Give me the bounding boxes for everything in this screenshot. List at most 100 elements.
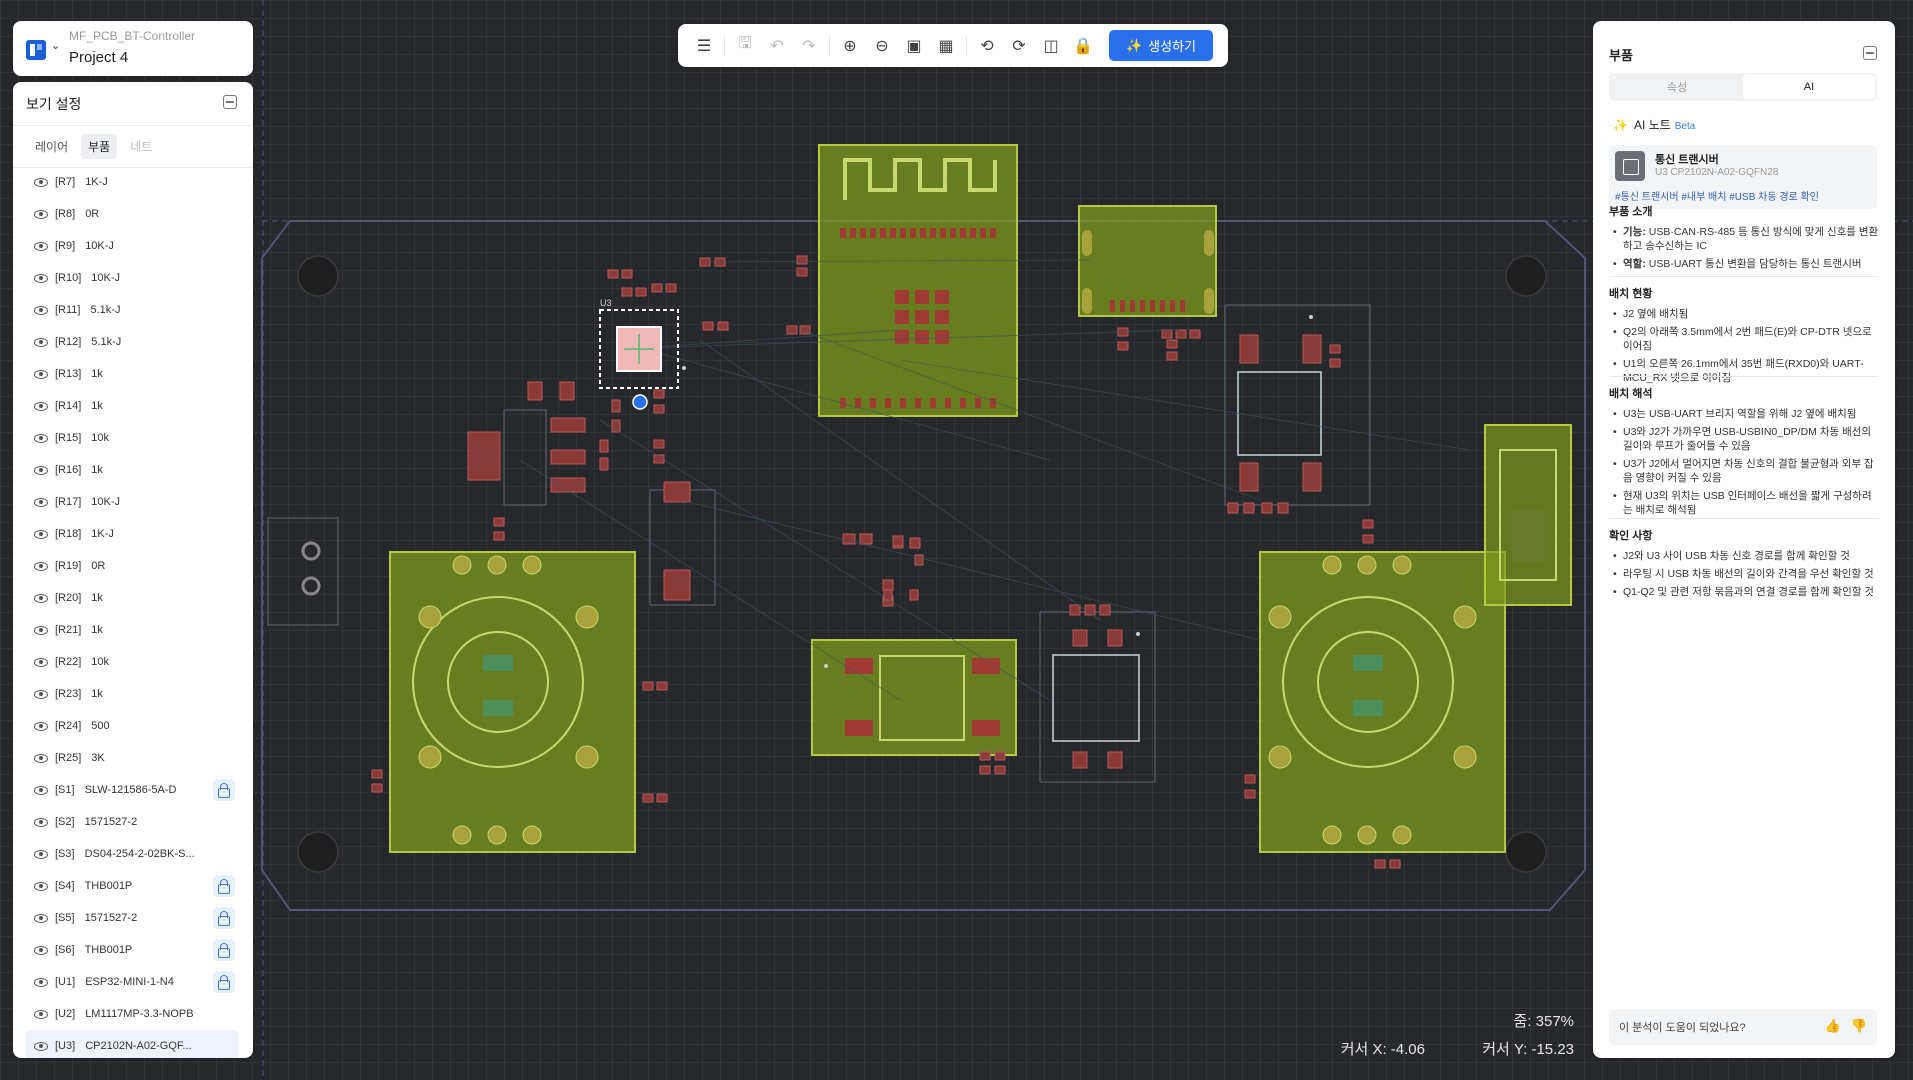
component-value: 10K-J: [91, 272, 121, 284]
eye-icon[interactable]: [34, 273, 48, 283]
component-row[interactable]: [R15] 10k: [26, 422, 238, 454]
lock-icon[interactable]: [213, 875, 235, 897]
eye-icon[interactable]: [34, 337, 48, 347]
component-row[interactable]: [R10] 10K-J: [26, 262, 238, 294]
component-row[interactable]: [R21] 1k: [26, 614, 238, 646]
section-list: 기능: USB·CAN·RS-485 등 통신 방식에 맞게 신호를 변환하고 …: [1609, 225, 1879, 271]
tab-properties[interactable]: 속성: [1611, 75, 1743, 99]
menu-icon[interactable]: ☰: [688, 31, 720, 61]
zoom-in-icon[interactable]: ⊕: [834, 31, 866, 61]
rotate-right-icon[interactable]: ⟳: [1003, 31, 1035, 61]
fit-view-icon[interactable]: ▣: [898, 31, 930, 61]
component-row[interactable]: [R9] 10K-J: [26, 230, 238, 262]
eye-icon[interactable]: [34, 849, 48, 859]
component-row[interactable]: [R19] 0R: [26, 550, 238, 582]
component-row[interactable]: [R22] 10k: [26, 646, 238, 678]
eye-icon[interactable]: [34, 561, 48, 571]
component-row[interactable]: [R7] 1K-J: [26, 166, 238, 198]
thumbs-down-icon[interactable]: 👎: [1851, 1018, 1867, 1034]
chevron-down-icon[interactable]: ⌄: [51, 39, 60, 52]
eye-icon[interactable]: [34, 305, 48, 315]
undo-icon[interactable]: ↶: [761, 31, 793, 61]
tab-nets[interactable]: 네트: [123, 134, 159, 159]
component-ref: [R13]: [55, 368, 82, 380]
thumbs-up-icon[interactable]: 👍: [1825, 1018, 1841, 1034]
fit-selection-icon[interactable]: ▦: [930, 31, 962, 61]
eye-icon[interactable]: [34, 785, 48, 795]
eye-icon[interactable]: [34, 817, 48, 827]
u3-silk-label: U3: [600, 298, 612, 308]
eye-icon[interactable]: [34, 1009, 48, 1019]
component-row[interactable]: [R18] 1K-J: [26, 518, 238, 550]
eye-icon[interactable]: [34, 657, 48, 667]
component-value: 10k: [91, 432, 110, 444]
lock-icon[interactable]: [213, 907, 235, 929]
component-row[interactable]: [R8] 0R: [26, 198, 238, 230]
tab-layers[interactable]: 레이어: [28, 134, 75, 159]
analysis-item: J2와 U3 사이 USB 차동 신호 경로를 함께 확인할 것: [1613, 549, 1879, 563]
project-switcher[interactable]: ⌄ MF_PCB_BT-Controller Project 4: [13, 21, 253, 76]
component-row[interactable]: [R14] 1k: [26, 390, 238, 422]
component-value: 10K-J: [85, 240, 114, 252]
collapse-icon[interactable]: [1863, 46, 1877, 60]
component-row[interactable]: [U2] LM1117MP-3.3-NOPB: [26, 998, 238, 1030]
component-ref: [R19]: [55, 560, 82, 572]
component-row[interactable]: [R24] 500: [26, 710, 238, 742]
eye-icon[interactable]: [34, 945, 48, 955]
eye-icon[interactable]: [34, 593, 48, 603]
lock-icon[interactable]: [213, 779, 235, 801]
divider: [966, 35, 967, 56]
component-row[interactable]: [R13] 1k: [26, 358, 238, 390]
component-row[interactable]: [R12] 5.1k-J: [26, 326, 238, 358]
component-row[interactable]: [R20] 1k: [26, 582, 238, 614]
component-row[interactable]: [U1] ESP32-MINI-1-N4: [26, 966, 238, 998]
lock-icon[interactable]: [213, 971, 235, 993]
eye-icon[interactable]: [34, 625, 48, 635]
generate-button[interactable]: ✨ 생성하기: [1109, 30, 1213, 61]
eye-icon[interactable]: [34, 241, 48, 251]
eye-icon[interactable]: [34, 529, 48, 539]
rotate-left-icon[interactable]: ⟲: [971, 31, 1003, 61]
component-row[interactable]: [R16] 1k: [26, 454, 238, 486]
tab-components[interactable]: 부품: [81, 134, 118, 159]
eye-icon[interactable]: [34, 369, 48, 379]
component-row[interactable]: [R17] 10K-J: [26, 486, 238, 518]
eye-icon[interactable]: [34, 177, 48, 187]
component-row[interactable]: [R25] 3K: [26, 742, 238, 774]
section-title: 부품 소개: [1609, 206, 1653, 218]
component-row[interactable]: [S4] THB001P: [26, 870, 238, 902]
component-row[interactable]: [R23] 1k: [26, 678, 238, 710]
divider: [1609, 276, 1879, 277]
feedback-question: 이 분석이 도움이 되었나요?: [1619, 1022, 1746, 1034]
component-row[interactable]: [S5] 1571527-2: [26, 902, 238, 934]
eye-icon[interactable]: [34, 689, 48, 699]
eye-icon[interactable]: [34, 881, 48, 891]
component-row[interactable]: [S3] DS04-254-2-02BK-S...: [26, 838, 238, 870]
component-row[interactable]: [U3] CP2102N-A02-GQF...: [26, 1030, 238, 1058]
lock-icon[interactable]: [213, 939, 235, 961]
component-row[interactable]: [S6] THB001P: [26, 934, 238, 966]
eye-icon[interactable]: [34, 497, 48, 507]
view-settings-header: 보기 설정: [13, 82, 253, 126]
eye-icon[interactable]: [34, 913, 48, 923]
component-row[interactable]: [S2] 1571527-2: [26, 806, 238, 838]
redo-icon[interactable]: ↷: [793, 31, 825, 61]
collapse-icon[interactable]: [223, 95, 237, 109]
eye-icon[interactable]: [34, 209, 48, 219]
eye-icon[interactable]: [34, 753, 48, 763]
eye-icon[interactable]: [34, 433, 48, 443]
save-icon[interactable]: 🖫: [729, 31, 761, 61]
tab-ai[interactable]: AI: [1743, 75, 1875, 99]
eye-icon[interactable]: [34, 401, 48, 411]
component-row[interactable]: [S1] SLW-121586-5A-D: [26, 774, 238, 806]
eye-icon[interactable]: [34, 465, 48, 475]
lock-icon[interactable]: 🔒: [1067, 31, 1099, 61]
eye-icon[interactable]: [34, 721, 48, 731]
align-icon[interactable]: ◫: [1035, 31, 1067, 61]
u3-selected-footprint: U3: [599, 298, 679, 410]
component-row[interactable]: [R11] 5.1k-J: [26, 294, 238, 326]
component-value: ESP32-MINI-1-N4: [85, 976, 174, 988]
zoom-out-icon[interactable]: ⊖: [866, 31, 898, 61]
eye-icon[interactable]: [34, 1041, 48, 1051]
eye-icon[interactable]: [34, 977, 48, 987]
